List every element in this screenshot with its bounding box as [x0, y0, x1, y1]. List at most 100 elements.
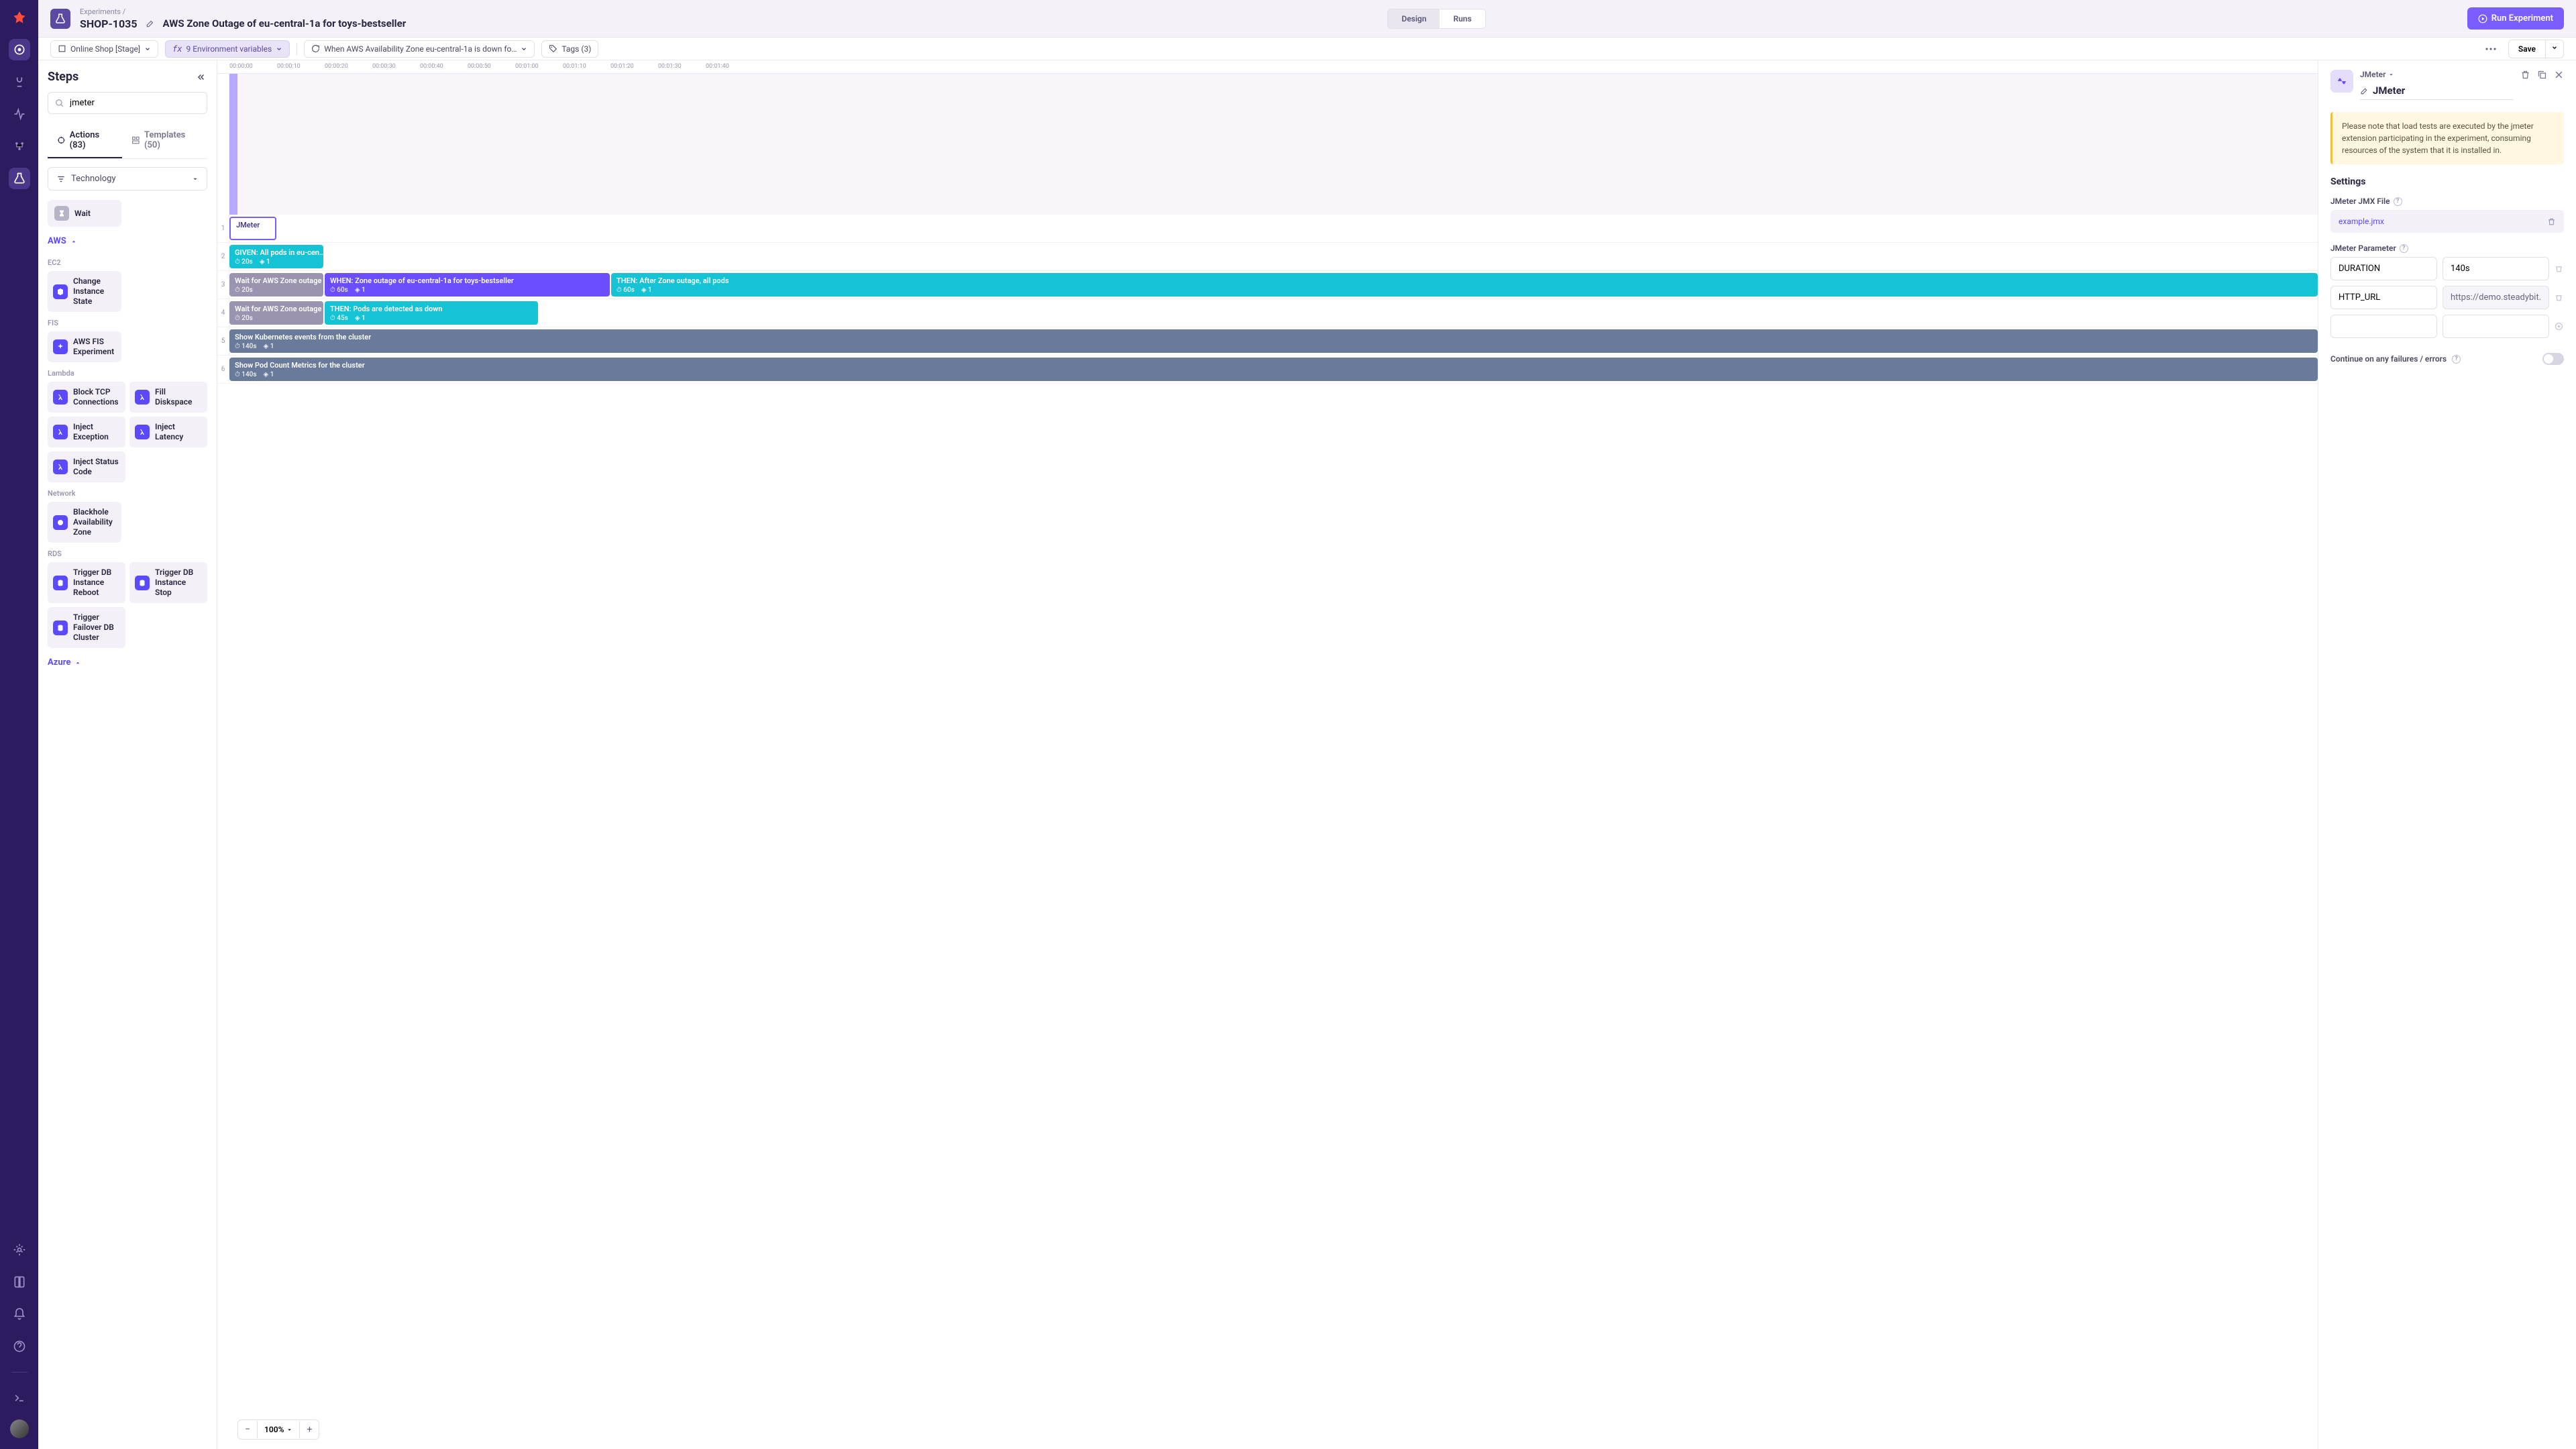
save-dropdown[interactable] [2546, 40, 2564, 58]
category-azure[interactable]: Azure [48, 657, 207, 667]
experiment-title: AWS Zone Outage of eu-central-1a for toy… [163, 17, 407, 30]
action-db-reboot[interactable]: Trigger DB Instance Reboot [48, 562, 125, 603]
param-value-new[interactable] [2443, 315, 2549, 338]
app-logo[interactable] [10, 9, 29, 28]
param-value-2[interactable] [2443, 286, 2549, 309]
nav-docs[interactable] [9, 1271, 30, 1293]
chevron-down-icon [2388, 72, 2394, 78]
user-avatar[interactable] [10, 1419, 29, 1438]
env-vars-button[interactable]: fx 9 Environment variables [165, 40, 290, 58]
add-param-button[interactable] [2555, 322, 2564, 331]
close-panel-button[interactable] [2554, 70, 2564, 80]
search-icon [55, 99, 64, 108]
action-blackhole-az[interactable]: Blackhole Availability Zone [48, 502, 121, 543]
action-aws-fis[interactable]: AWS FIS Experiment [48, 331, 121, 362]
help-icon[interactable]: ? [2394, 197, 2402, 206]
nav-help[interactable] [9, 1336, 30, 1357]
help-icon[interactable]: ? [2400, 244, 2408, 253]
target-icon [57, 136, 66, 145]
tab-runs[interactable]: Runs [1440, 9, 1485, 28]
param-key-new[interactable] [2330, 315, 2437, 338]
view-segmented: Design Runs [1387, 9, 1485, 29]
nav-settings[interactable] [9, 1239, 30, 1260]
tab-templates[interactable]: Templates (50) [122, 123, 207, 158]
action-wait[interactable]: Wait [48, 200, 121, 227]
param-key-2[interactable] [2330, 286, 2437, 309]
duplicate-step-button[interactable] [2537, 70, 2547, 80]
param-row-2 [2330, 286, 2564, 309]
param-row-1 [2330, 257, 2564, 280]
param-key-1[interactable] [2330, 257, 2437, 280]
collapse-sidebar-button[interactable] [195, 72, 207, 82]
chevron-down-icon [276, 46, 282, 52]
nav-item-1[interactable] [9, 39, 30, 60]
lambda-icon [135, 390, 150, 405]
nav-notifications[interactable] [9, 1303, 30, 1325]
tab-design[interactable]: Design [1388, 9, 1440, 28]
zone-icon [53, 515, 68, 530]
nav-terminal[interactable] [9, 1387, 30, 1409]
jmx-file-link[interactable]: example.jmx [2339, 217, 2384, 226]
detail-panel: JMeter JMeter Please note that load test… [2318, 60, 2576, 1449]
steps-sidebar: Steps Actions (83) Templates (50) Te [38, 60, 217, 1449]
lambda-icon [53, 425, 68, 439]
timeline-edge-indicator [229, 74, 237, 215]
continue-toggle[interactable] [2542, 353, 2564, 365]
lane-2: 2 GIVEN: All pods in eu-cen… ⏱ 20s◈ 1 [217, 243, 2318, 271]
step-wait-1[interactable]: Wait for AWS Zone outage ⏱ 20s [229, 273, 323, 297]
action-inject-status[interactable]: Inject Status Code [48, 451, 125, 482]
jmeter-icon [2330, 70, 2353, 93]
step-pod-metrics[interactable]: Show Pod Count Metrics for the cluster ⏱… [229, 358, 2318, 381]
search-input[interactable] [48, 92, 207, 114]
remove-param-1[interactable] [2555, 264, 2564, 273]
grid-icon [131, 136, 140, 145]
save-button[interactable]: Save [2508, 40, 2546, 58]
param-value-1[interactable] [2443, 257, 2549, 280]
action-db-stop[interactable]: Trigger DB Instance Stop [129, 562, 207, 603]
step-wait-2[interactable]: Wait for AWS Zone outage ⏱ 20s [229, 301, 323, 325]
action-db-failover[interactable]: Trigger Failover DB Cluster [48, 607, 125, 648]
action-inject-exception[interactable]: Inject Exception [48, 417, 125, 447]
step-then-detected[interactable]: THEN: Pods are detected as down ⏱ 45s◈ 1 [325, 301, 538, 325]
database-icon [135, 576, 150, 590]
env-selector[interactable]: Online Shop [Stage] [50, 40, 158, 58]
step-when-outage[interactable]: WHEN: Zone outage of eu-central-1a for t… [325, 273, 610, 297]
tags-button[interactable]: Tags (3) [541, 40, 598, 58]
nav-item-activity[interactable] [9, 103, 30, 125]
zoom-out-button[interactable]: − [238, 1420, 257, 1439]
zoom-in-button[interactable]: + [300, 1420, 319, 1439]
time-ruler: 00:00:00 00:00:10 00:00:20 00:00:30 00:0… [217, 60, 2318, 74]
step-jmeter[interactable]: JMeter [229, 217, 276, 240]
category-aws[interactable]: AWS [48, 236, 207, 246]
lambda-icon [53, 390, 68, 405]
detail-name: JMeter [2373, 85, 2405, 97]
more-menu[interactable] [2480, 44, 2502, 54]
chevron-down-icon [192, 176, 199, 182]
step-given-pods[interactable]: GIVEN: All pods in eu-cen… ⏱ 20s◈ 1 [229, 245, 323, 268]
edit-title-icon[interactable] [146, 19, 155, 28]
zoom-value[interactable]: 100% [257, 1421, 300, 1438]
tab-actions[interactable]: Actions (83) [48, 123, 122, 158]
action-block-tcp[interactable]: Block TCP Connections [48, 382, 125, 413]
hypothesis-button[interactable]: When AWS Availability Zone eu-central-1a… [304, 40, 535, 58]
edit-icon[interactable] [2360, 87, 2369, 95]
timeline: 00:00:00 00:00:10 00:00:20 00:00:30 00:0… [217, 60, 2318, 1449]
technology-select[interactable]: Technology [48, 167, 207, 191]
remove-file-button[interactable] [2547, 217, 2556, 226]
breadcrumb[interactable]: Experiments / [80, 7, 406, 16]
param-label: JMeter Parameter ? [2330, 244, 2564, 253]
toolbar: Online Shop [Stage] fx 9 Environment var… [38, 38, 2576, 60]
step-then-after[interactable]: THEN: After Zone outage, all pods ⏱ 60s◈… [611, 273, 2318, 297]
nav-item-2[interactable] [9, 71, 30, 93]
action-fill-disk[interactable]: Fill Diskspace [129, 382, 207, 413]
action-change-instance-state[interactable]: Change Instance State [48, 271, 121, 312]
action-inject-latency[interactable]: Inject Latency [129, 417, 207, 447]
nav-item-integrations[interactable] [9, 136, 30, 157]
step-k8s-events[interactable]: Show Kubernetes events from the cluster … [229, 329, 2318, 353]
nav-item-experiments[interactable] [9, 168, 30, 189]
help-icon[interactable]: ? [2452, 355, 2461, 364]
run-experiment-button[interactable]: Run Experiment [2467, 7, 2564, 30]
remove-param-2[interactable] [2555, 293, 2564, 302]
detail-breadcrumb[interactable]: JMeter [2360, 70, 2514, 79]
delete-step-button[interactable] [2520, 70, 2530, 80]
